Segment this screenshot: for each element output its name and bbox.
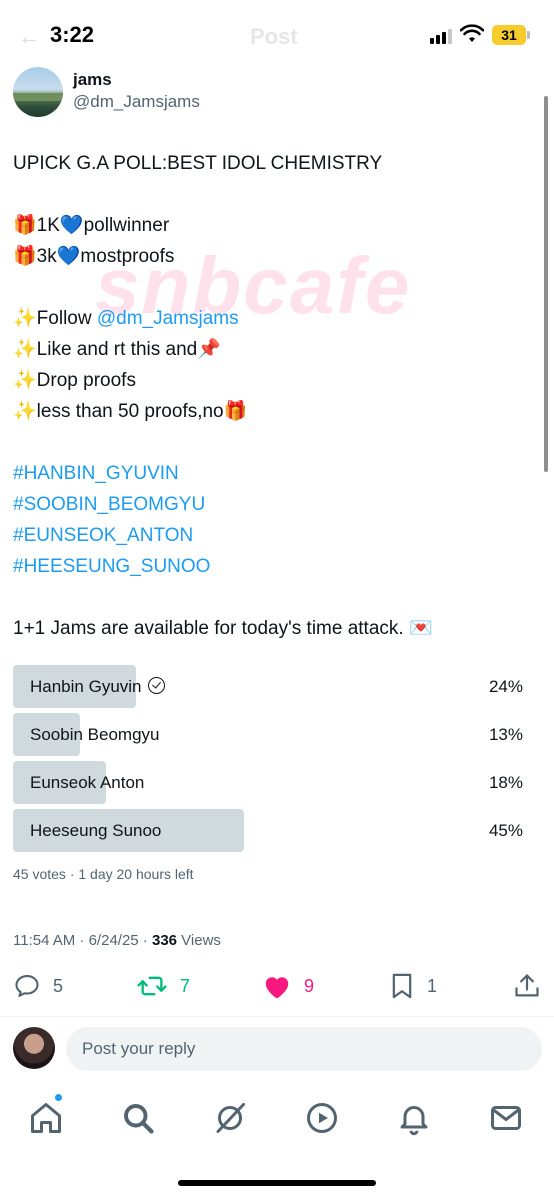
scrollbar[interactable] xyxy=(544,96,548,472)
poll-option-percent: 13% xyxy=(488,725,523,744)
search-icon[interactable] xyxy=(120,1100,156,1136)
home-notification-dot xyxy=(55,1094,62,1101)
repost-count: 7 xyxy=(180,975,191,996)
sparkles-icon: ✨ xyxy=(13,338,37,360)
sparkles-icon: ✨ xyxy=(13,369,37,391)
cellular-signal-icon xyxy=(430,28,456,44)
repost-button[interactable]: 7 xyxy=(136,968,190,1004)
action-bar: 5 7 9 1 xyxy=(0,968,554,1008)
grok-icon[interactable] xyxy=(212,1100,248,1136)
messages-icon[interactable] xyxy=(488,1100,524,1136)
sparkles-icon: ✨ xyxy=(13,400,37,422)
poll-option-percent: 24% xyxy=(488,677,523,696)
share-icon xyxy=(515,974,539,997)
rule-line-follow: ✨Follow @dm_Jamsjams xyxy=(13,307,239,329)
reply-count: 5 xyxy=(53,975,64,996)
repost-icon xyxy=(137,976,167,996)
poll-option[interactable]: Eunseok Anton 18% xyxy=(13,761,527,804)
closing-line: 1+1 Jams are available for today's time … xyxy=(13,617,433,639)
status-time: 3:22 xyxy=(50,22,95,47)
poll-option[interactable]: Heeseung Sunoo 45% xyxy=(13,809,527,852)
poll-option-label: Hanbin Gyuvin xyxy=(30,677,142,696)
like-icon xyxy=(265,977,289,999)
poll-meta: 45 votes · 1 day 20 hours left xyxy=(13,866,194,882)
rule-line-limit: ✨less than 50 proofs,no🎁 xyxy=(13,400,248,422)
like-count: 9 xyxy=(304,975,315,996)
love-letter-icon: 💌 xyxy=(408,617,433,639)
blue-heart-icon: 💙 xyxy=(59,214,84,236)
bookmark-count: 1 xyxy=(427,975,438,996)
home-icon[interactable] xyxy=(28,1100,64,1136)
rule-line-proofs: ✨Drop proofs xyxy=(13,369,136,391)
back-arrow-icon[interactable]: ← xyxy=(18,24,40,50)
gift-icon: 🎁 xyxy=(223,400,248,422)
sparkles-icon: ✨ xyxy=(13,307,37,329)
author-handle[interactable]: @dm_Jamsjams xyxy=(73,92,200,112)
hashtag-link[interactable]: #SOOBIN_BEOMGYU xyxy=(13,489,433,520)
prize-line-2: 🎁3k💙mostproofs xyxy=(13,245,175,267)
blue-heart-icon: 💙 xyxy=(56,245,81,267)
author-display-name[interactable]: jams xyxy=(73,70,112,90)
views-count: 336 xyxy=(151,932,178,949)
reply-button[interactable]: 5 xyxy=(13,968,63,1004)
gift-icon: 🎁 xyxy=(13,214,37,236)
poll: Hanbin Gyuvin 24% Soobin Beomgyu 13% Eun… xyxy=(13,665,527,857)
bookmark-button[interactable]: 1 xyxy=(389,968,437,1004)
prize-line-1: 🎁1K💙pollwinner xyxy=(13,214,170,236)
post-timestamp: 11:54 AM · 6/24/25 · 336 Views xyxy=(13,932,221,949)
like-button[interactable]: 9 xyxy=(262,968,314,1004)
home-indicator[interactable] xyxy=(178,1180,376,1186)
user-avatar[interactable] xyxy=(13,1027,55,1069)
hashtag-link[interactable]: #HANBIN_GYUVIN xyxy=(13,458,433,489)
poll-option-label: Heeseung Sunoo xyxy=(30,821,162,840)
gift-icon: 🎁 xyxy=(13,245,37,267)
reply-icon xyxy=(15,975,39,997)
mention-link[interactable]: @dm_Jamsjams xyxy=(97,308,239,329)
author-avatar[interactable] xyxy=(13,67,63,117)
bottom-navigation xyxy=(0,1090,554,1146)
divider xyxy=(0,1016,554,1017)
hashtag-link[interactable]: #EUNSEOK_ANTON xyxy=(13,520,433,551)
video-icon[interactable] xyxy=(304,1100,340,1136)
poll-option-label: Eunseok Anton xyxy=(30,773,145,792)
poll-option[interactable]: Soobin Beomgyu 13% xyxy=(13,713,527,756)
poll-option-label: Soobin Beomgyu xyxy=(30,725,160,744)
rule-line-like: ✨Like and rt this and📌 xyxy=(13,338,221,360)
pushpin-icon: 📌 xyxy=(197,338,221,360)
poll-option-percent: 45% xyxy=(488,821,523,840)
post-body: UPICK G.A POLL:BEST IDOL CHEMISTRY 🎁1K💙p… xyxy=(13,148,433,644)
hashtag-link[interactable]: #HEESEUNG_SUNOO xyxy=(13,551,433,582)
status-bar: ← 3:22 Post 31 xyxy=(0,0,554,70)
voted-check-icon xyxy=(147,677,165,694)
bookmark-icon xyxy=(392,973,412,999)
share-button[interactable] xyxy=(513,968,541,1004)
post-title-line: UPICK G.A POLL:BEST IDOL CHEMISTRY xyxy=(13,153,383,174)
reply-input[interactable]: Post your reply xyxy=(66,1027,542,1071)
header-title: Post xyxy=(250,24,298,49)
poll-option-percent: 18% xyxy=(488,773,523,792)
poll-option[interactable]: Hanbin Gyuvin 24% xyxy=(13,665,527,708)
battery-indicator: 31 xyxy=(492,25,530,45)
wifi-icon xyxy=(460,24,484,42)
notifications-icon[interactable] xyxy=(396,1100,432,1136)
